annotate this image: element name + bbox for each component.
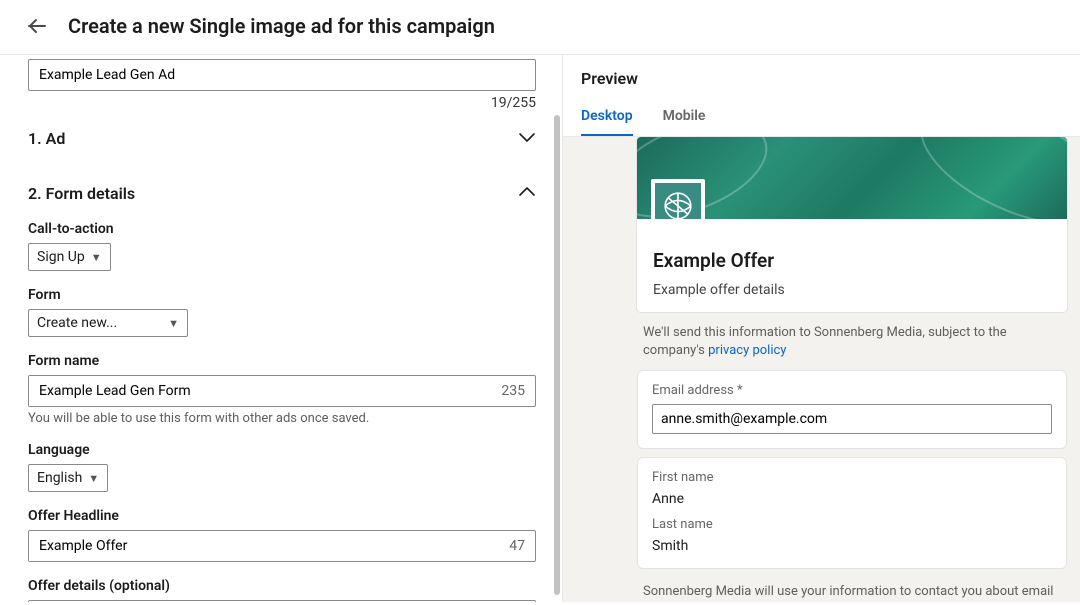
form-name-hint: You will be able to use this form with o… <box>28 411 536 426</box>
chevron-up-icon <box>518 186 536 202</box>
language-field: Language English ▼ <box>28 442 536 492</box>
form-name-counter: 235 <box>491 383 535 399</box>
preview-offer-detail: Example offer details <box>653 282 1051 298</box>
page-title: Create a new Single image ad for this ca… <box>68 14 495 38</box>
caret-down-icon: ▼ <box>88 472 99 485</box>
cta-label: Call-to-action <box>28 221 536 237</box>
form-select[interactable]: Create new... ▼ <box>28 309 188 337</box>
back-arrow-icon[interactable] <box>24 14 48 38</box>
privacy-notice: We'll send this information to Sonnenber… <box>637 324 1067 370</box>
section-ad-label: 1. Ad <box>28 129 65 148</box>
preview-email-label: Email address * <box>652 383 1052 398</box>
language-label: Language <box>28 442 536 458</box>
editor-column: 19/255 1. Ad 2. Form details Call-to-act… <box>0 55 562 602</box>
cta-select[interactable]: Sign Up ▼ <box>28 243 111 271</box>
preview-title: Preview <box>563 69 1080 98</box>
preview-canvas: Example Offer Example offer details We'l… <box>563 137 1080 602</box>
privacy-prefix: We'll send this information to Sonnenber… <box>643 325 1007 358</box>
preview-first-name-label: First name <box>652 470 1052 485</box>
ad-preview-card: Example Offer Example offer details <box>637 137 1067 312</box>
offer-details-label: Offer details (optional) <box>28 578 536 594</box>
language-select-value: English <box>37 470 82 486</box>
offer-headline-input[interactable] <box>29 531 499 561</box>
cta-select-value: Sign Up <box>37 249 85 265</box>
preview-disclosure: Sonnenberg Media will use your informati… <box>637 577 1067 602</box>
preview-offer-headline: Example Offer <box>653 249 1051 272</box>
chevron-down-icon <box>518 131 536 147</box>
preview-last-name-value: Smith <box>652 538 1052 554</box>
tab-desktop[interactable]: Desktop <box>581 98 633 136</box>
preview-email-card: Email address * <box>637 370 1067 449</box>
language-select[interactable]: English ▼ <box>28 464 108 492</box>
preview-column: Preview Desktop Mobile <box>562 55 1080 602</box>
preview-last-name-label: Last name <box>652 517 1052 532</box>
caret-down-icon: ▼ <box>168 317 179 330</box>
preview-name-card: First name Anne Last name Smith <box>637 457 1067 569</box>
section-form-details-label: 2. Form details <box>28 184 135 203</box>
preview-tabs: Desktop Mobile <box>563 98 1080 137</box>
section-ad-toggle[interactable]: 1. Ad <box>28 111 536 166</box>
company-logo <box>651 179 705 219</box>
offer-headline-counter: 47 <box>499 538 535 554</box>
ad-name-input[interactable] <box>28 59 536 91</box>
offer-details-field: Offer details (optional) Example offer d… <box>28 578 536 602</box>
form-name-input[interactable] <box>29 376 491 406</box>
offer-headline-label: Offer Headline <box>28 508 536 524</box>
preview-email-input[interactable] <box>652 404 1052 434</box>
cta-field: Call-to-action Sign Up ▼ <box>28 221 536 271</box>
form-field: Form Create new... ▼ <box>28 287 536 337</box>
privacy-policy-link[interactable]: privacy policy <box>708 343 786 358</box>
tab-mobile[interactable]: Mobile <box>663 98 706 136</box>
offer-headline-field: Offer Headline 47 <box>28 508 536 562</box>
ad-name-counter: 19/255 <box>28 95 536 111</box>
page-header: Create a new Single image ad for this ca… <box>0 0 1080 55</box>
section-form-details-toggle[interactable]: 2. Form details <box>28 166 536 221</box>
form-name-field: Form name 235 You will be able to use th… <box>28 353 536 426</box>
ad-banner-image <box>637 137 1067 219</box>
offer-details-textarea[interactable]: Example offer details <box>29 601 535 602</box>
form-name-label: Form name <box>28 353 536 369</box>
preview-form-area: We'll send this information to Sonnenber… <box>637 312 1067 602</box>
caret-down-icon: ▼ <box>91 251 102 264</box>
preview-first-name-value: Anne <box>652 491 1052 507</box>
form-select-value: Create new... <box>37 315 117 331</box>
form-label: Form <box>28 287 536 303</box>
